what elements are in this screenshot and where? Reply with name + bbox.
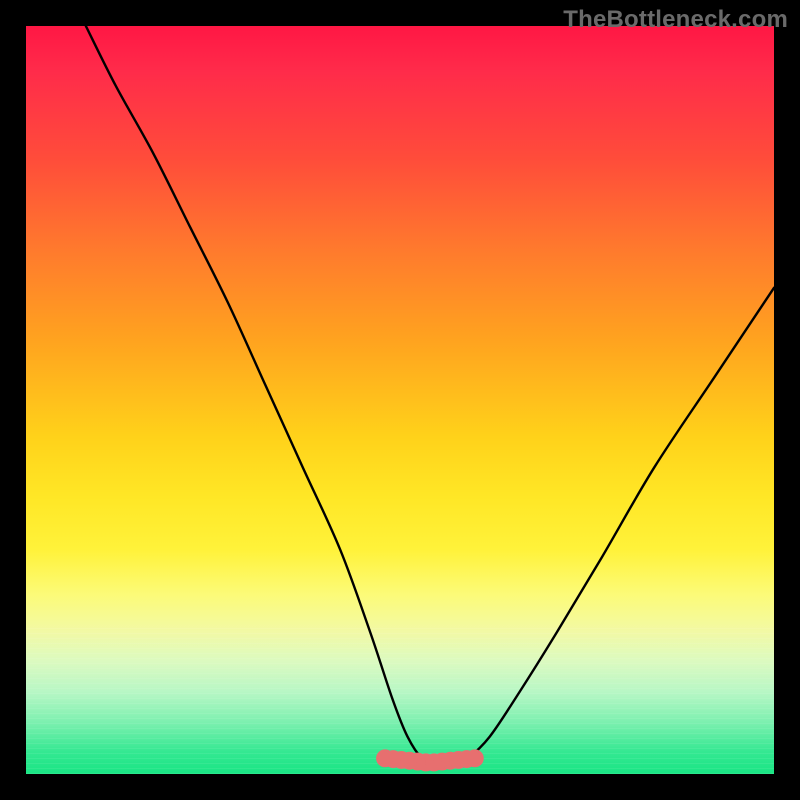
curve-layer: [26, 26, 774, 774]
bottleneck-curve: [86, 26, 774, 767]
chart-frame: TheBottleneck.com: [0, 0, 800, 800]
plot-area: [26, 26, 774, 774]
watermark-text: TheBottleneck.com: [563, 6, 788, 34]
curve-minimum-marker: [376, 749, 484, 771]
marker-dot: [466, 749, 484, 767]
